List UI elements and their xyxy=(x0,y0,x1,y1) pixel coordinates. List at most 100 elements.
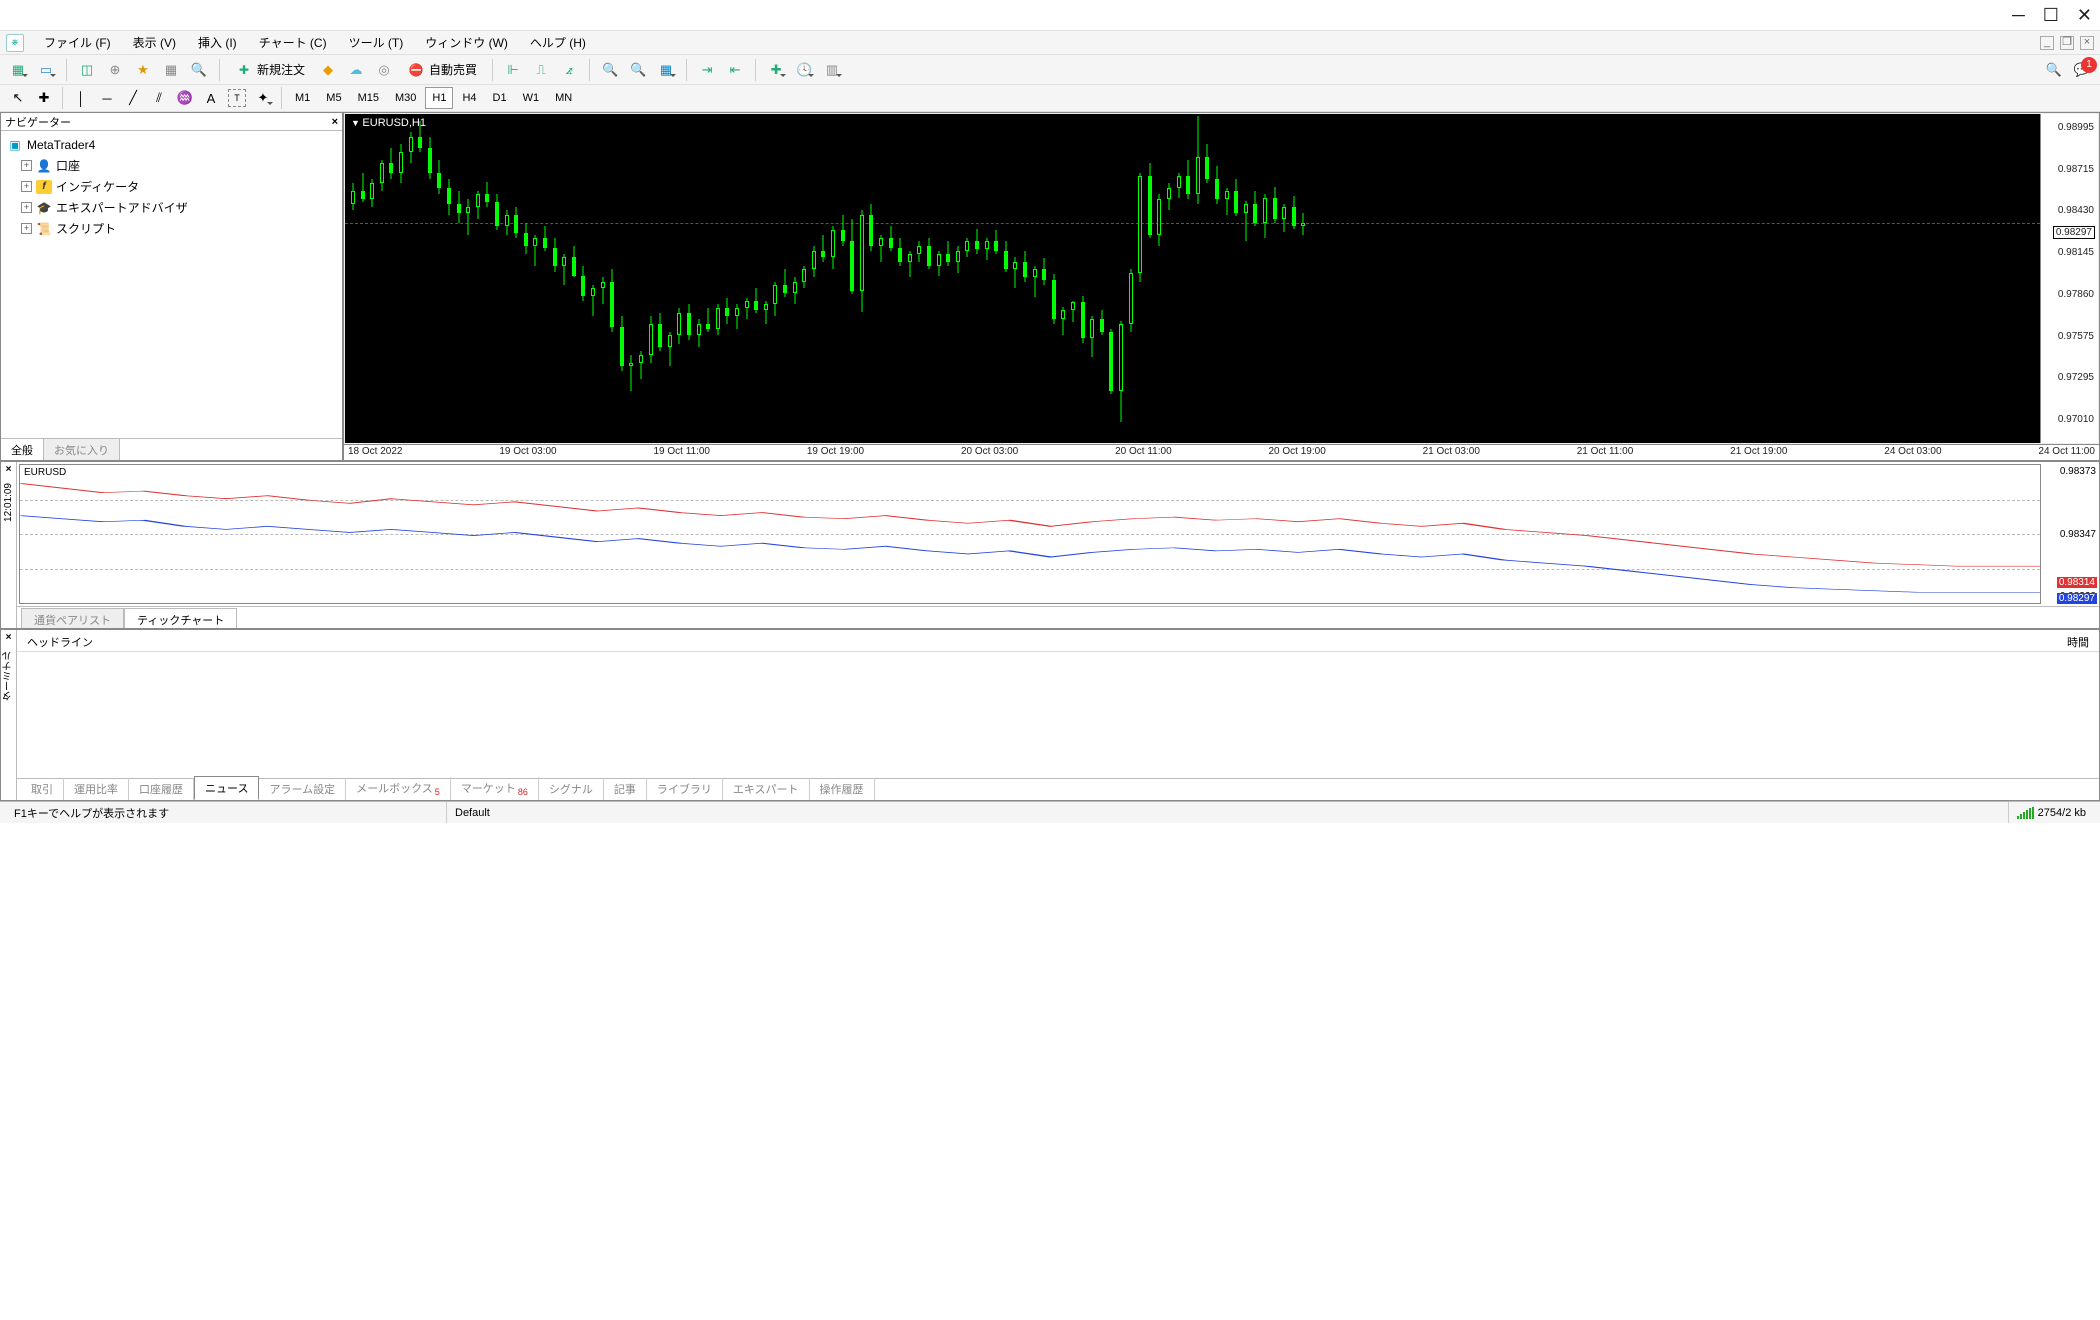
workspace: ナビゲーター × ▣MetaTrader4 +👤口座 +fインディケータ +🎓エ… xyxy=(0,112,2100,461)
minimize-button[interactable]: ─ xyxy=(2012,6,2025,24)
menu-help[interactable]: ヘルプ (H) xyxy=(520,31,596,54)
trendline-tool[interactable]: ╱ xyxy=(121,86,145,110)
tf-m15[interactable]: M15 xyxy=(351,87,386,109)
mdi-restore[interactable]: ❐ xyxy=(2060,36,2074,50)
candle-chart-button[interactable]: ⎍ xyxy=(529,58,553,82)
metaeditor-button[interactable]: ◆ xyxy=(316,58,340,82)
templates-button[interactable]: ▥ xyxy=(820,58,844,82)
terminal-tab-0[interactable]: 取引 xyxy=(21,778,64,800)
status-traffic: 2754/2 kb xyxy=(2038,807,2086,819)
script-icon: 📜 xyxy=(36,221,52,237)
close-button[interactable]: ✕ xyxy=(2077,6,2092,24)
menu-insert[interactable]: 挿入 (I) xyxy=(188,31,247,54)
auto-trading-button[interactable]: ⛔自動売買 xyxy=(400,58,484,82)
search-button[interactable]: 🔍 xyxy=(2042,58,2066,82)
nav-tab-all[interactable]: 全般 xyxy=(1,439,44,460)
periods-button[interactable]: 🕓 xyxy=(792,58,816,82)
tick-close[interactable]: × xyxy=(6,464,12,475)
tick-tab-pairs[interactable]: 通貨ペアリスト xyxy=(21,608,124,628)
mql-button[interactable]: ☁ xyxy=(344,58,368,82)
menu-chart[interactable]: チャート (C) xyxy=(249,31,337,54)
terminal-tab-10[interactable]: エキスパート xyxy=(723,778,810,800)
terminal-tab-4[interactable]: アラーム設定 xyxy=(259,778,346,800)
nav-experts[interactable]: +🎓エキスパートアドバイザ xyxy=(3,197,340,218)
auto-scroll-button[interactable]: ⇥ xyxy=(695,58,719,82)
terminal-close[interactable]: × xyxy=(6,632,12,643)
connection-bars-icon xyxy=(2017,807,2034,819)
terminal-tab-3[interactable]: ニュース xyxy=(194,776,259,800)
chart-shift-button[interactable]: ⇤ xyxy=(723,58,747,82)
arrows-tool[interactable]: ✦ xyxy=(251,86,275,110)
tick-chart-canvas[interactable]: EURUSD xyxy=(19,464,2041,604)
terminal-tab-6[interactable]: マーケット86 xyxy=(451,777,539,800)
alerts-button[interactable]: 💬1 xyxy=(2070,58,2094,82)
signals-button[interactable]: ◎ xyxy=(372,58,396,82)
terminal-tab-7[interactable]: シグナル xyxy=(539,778,604,800)
data-window-button[interactable]: ⊕ xyxy=(103,58,127,82)
terminal-content[interactable] xyxy=(17,652,2099,778)
status-connection[interactable]: 2754/2 kb xyxy=(2008,802,2094,823)
crosshair-tool[interactable]: ✚ xyxy=(32,86,56,110)
bar-chart-button[interactable]: ⊩ xyxy=(501,58,525,82)
tf-m30[interactable]: M30 xyxy=(388,87,423,109)
market-watch-button[interactable]: ◫ xyxy=(75,58,99,82)
expand-icon[interactable]: + xyxy=(21,181,32,192)
status-profile[interactable]: Default xyxy=(446,802,2008,823)
terminal-button[interactable]: ▦ xyxy=(159,58,183,82)
label-tool[interactable]: T xyxy=(225,86,249,110)
arrange-windows-button[interactable]: ▦ xyxy=(654,58,678,82)
mdi-minimize[interactable]: _ xyxy=(2040,36,2054,50)
nav-root[interactable]: ▣MetaTrader4 xyxy=(3,135,340,155)
tf-h1[interactable]: H1 xyxy=(425,87,453,109)
tf-w1[interactable]: W1 xyxy=(516,87,547,109)
menu-window[interactable]: ウィンドウ (W) xyxy=(415,31,518,54)
terminal-panel: × ターミナル ヘッドライン 時間 取引運用比率口座履歴ニュースアラーム設定メー… xyxy=(0,629,2100,801)
mdi-close[interactable]: × xyxy=(2080,36,2094,50)
vline-tool[interactable]: │ xyxy=(69,86,93,110)
navigator-button[interactable]: ★ xyxy=(131,58,155,82)
nav-indicators[interactable]: +fインディケータ xyxy=(3,176,340,197)
nav-accounts[interactable]: +👤口座 xyxy=(3,155,340,176)
strategy-tester-button[interactable]: 🔍 xyxy=(187,58,211,82)
hline-tool[interactable]: ─ xyxy=(95,86,119,110)
menu-view[interactable]: 表示 (V) xyxy=(123,31,186,54)
profiles-button[interactable]: ▭ xyxy=(34,58,58,82)
zoom-in-button[interactable]: 🔍 xyxy=(598,58,622,82)
expand-icon[interactable]: + xyxy=(21,160,32,171)
expand-icon[interactable]: + xyxy=(21,202,32,213)
channel-tool[interactable]: ⫽ xyxy=(147,86,171,110)
chart[interactable]: EURUSD,H1 0.989950.987150.984300.981450.… xyxy=(345,114,2098,443)
tf-h4[interactable]: H4 xyxy=(455,87,483,109)
terminal-tab-2[interactable]: 口座履歴 xyxy=(129,778,194,800)
chart-canvas[interactable]: EURUSD,H1 xyxy=(345,114,2040,443)
terminal-tab-1[interactable]: 運用比率 xyxy=(64,778,129,800)
terminal-tab-8[interactable]: 記事 xyxy=(604,778,647,800)
tf-m5[interactable]: M5 xyxy=(319,87,348,109)
tick-tab-tick[interactable]: ティックチャート xyxy=(124,608,237,628)
menu-file[interactable]: ファイル (F) xyxy=(34,31,121,54)
tf-d1[interactable]: D1 xyxy=(486,87,514,109)
menu-tools[interactable]: ツール (T) xyxy=(339,31,414,54)
navigator-close[interactable]: × xyxy=(332,116,338,128)
cursor-tool[interactable]: ↖ xyxy=(6,86,30,110)
terminal-tab-9[interactable]: ライブラリ xyxy=(647,778,723,800)
time-column[interactable]: 時間 xyxy=(2067,634,2089,647)
nav-tab-fav[interactable]: お気に入り xyxy=(44,439,120,460)
navigator-title: ナビゲーター × xyxy=(1,113,342,131)
indicators-button[interactable]: ✚ xyxy=(764,58,788,82)
tf-m1[interactable]: M1 xyxy=(288,87,317,109)
text-tool[interactable]: A xyxy=(199,86,223,110)
new-chart-button[interactable]: ▦ xyxy=(6,58,30,82)
expand-icon[interactable]: + xyxy=(21,223,32,234)
nav-scripts[interactable]: +📜スクリプト xyxy=(3,218,340,239)
maximize-button[interactable]: ☐ xyxy=(2043,6,2059,24)
tf-mn[interactable]: MN xyxy=(548,87,579,109)
zoom-out-button[interactable]: 🔍 xyxy=(626,58,650,82)
fibo-tool[interactable]: ♒ xyxy=(173,86,197,110)
terminal-tab-5[interactable]: メールボックス5 xyxy=(346,777,451,800)
new-order-button[interactable]: ✚新規注文 xyxy=(228,58,312,82)
headline-column[interactable]: ヘッドライン xyxy=(27,634,93,647)
line-chart-button[interactable]: ⦨ xyxy=(557,58,581,82)
navigator-tree[interactable]: ▣MetaTrader4 +👤口座 +fインディケータ +🎓エキスパートアドバイ… xyxy=(1,131,342,438)
terminal-tab-11[interactable]: 操作履歴 xyxy=(810,778,875,800)
